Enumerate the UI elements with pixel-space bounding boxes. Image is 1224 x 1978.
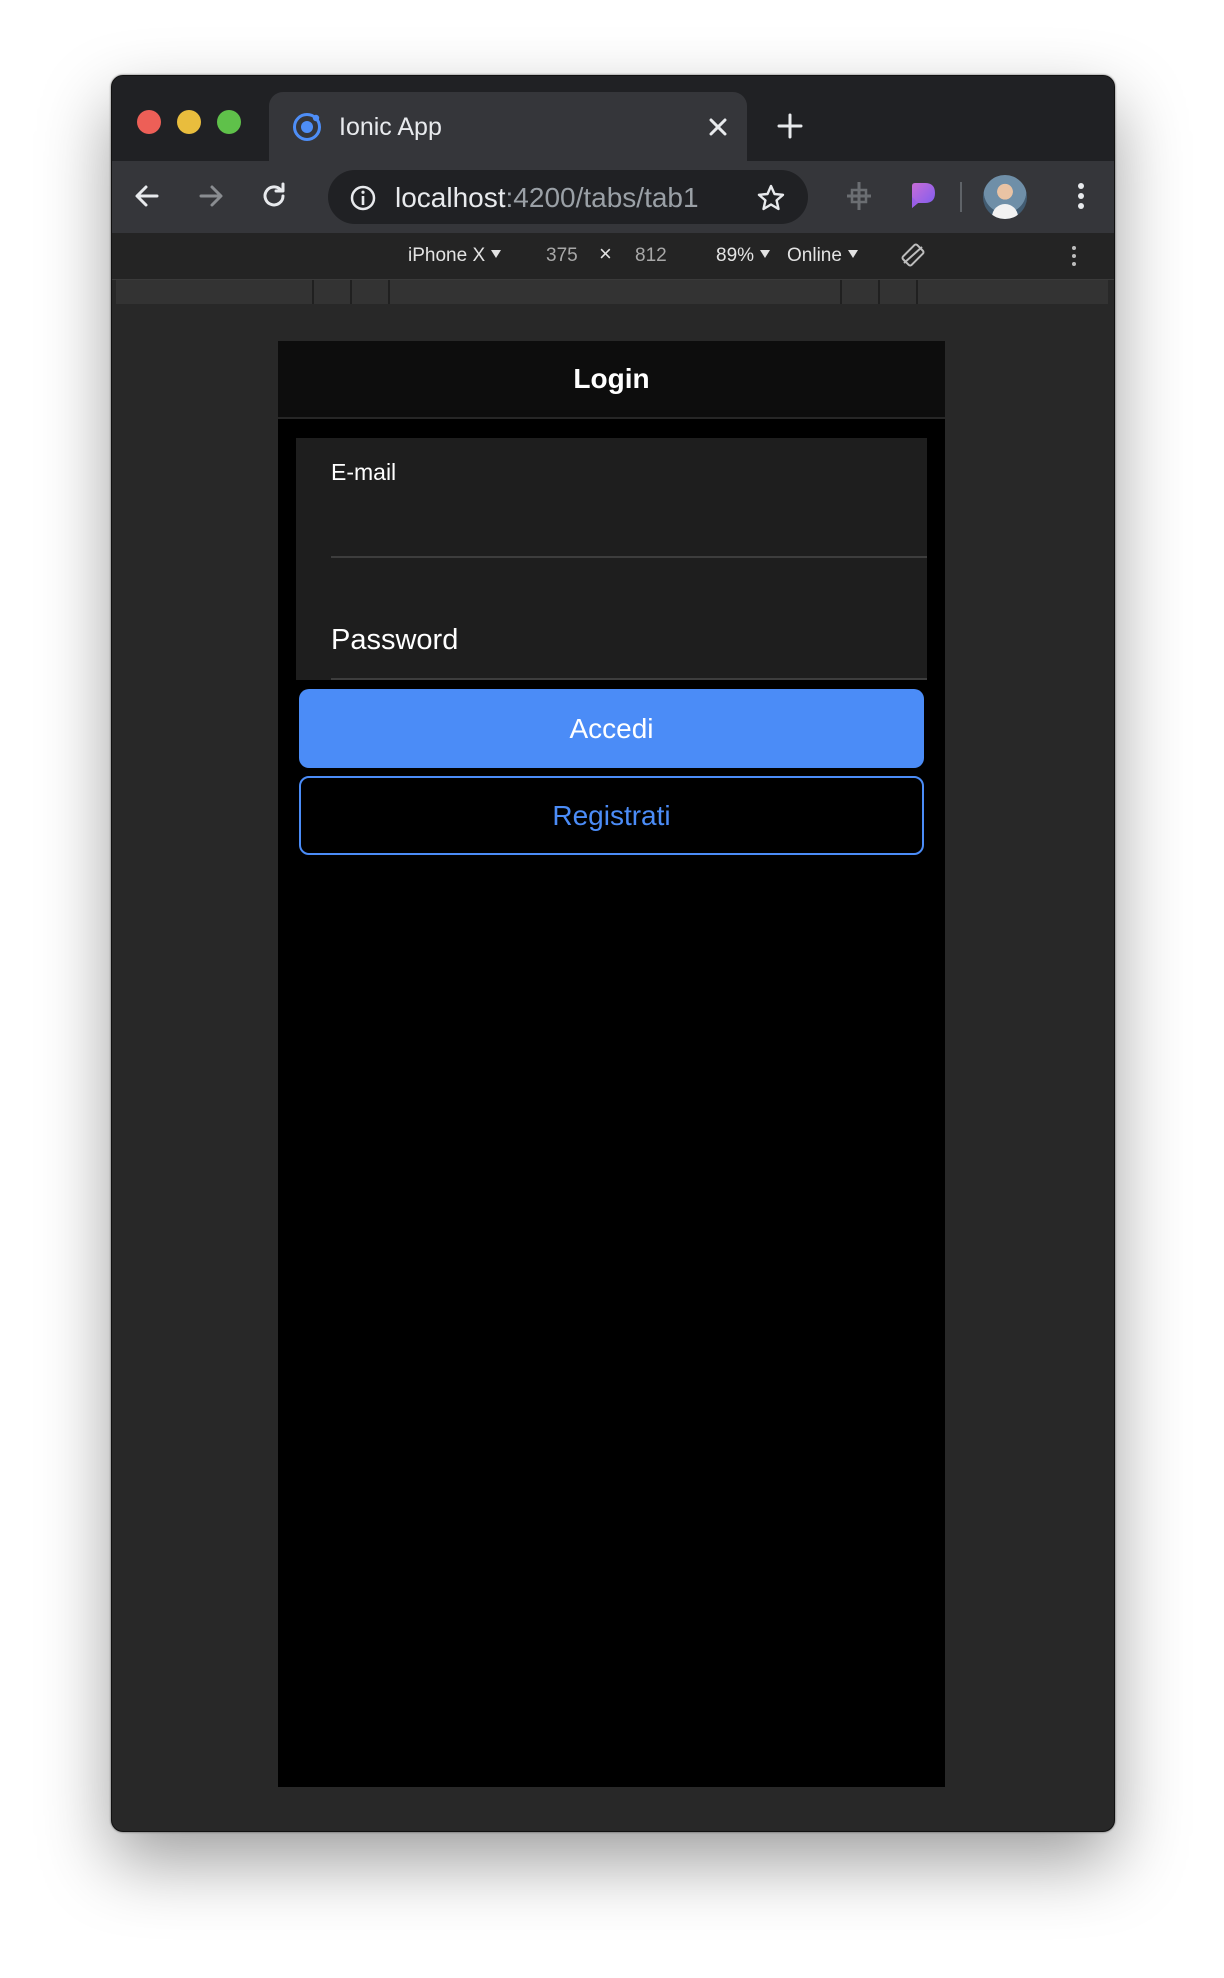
device-name: iPhone X [408, 245, 486, 266]
email-field[interactable] [331, 500, 921, 550]
url-path: :4200/tabs/tab1 [505, 182, 699, 213]
minimize-window-button[interactable] [177, 110, 201, 134]
chevron-down-icon [847, 250, 858, 258]
purple-extension-icon[interactable] [905, 178, 941, 214]
url-host: localhost [395, 182, 506, 213]
password-underline [331, 678, 927, 680]
email-label: E-mail [331, 459, 397, 485]
info-icon[interactable] [349, 184, 377, 212]
close-icon[interactable] [704, 113, 732, 141]
browser-toolbar: localhost:4200/tabs/tab1 [112, 161, 1114, 233]
ruler-tick [878, 280, 880, 304]
zoom-select[interactable]: 89% [716, 245, 771, 267]
login-button[interactable]: Accedi [299, 689, 924, 768]
toolbar-divider [960, 182, 962, 212]
login-form: E-mail [296, 438, 927, 680]
close-window-button[interactable] [137, 110, 161, 134]
network-throttle-select[interactable]: Online [787, 245, 858, 267]
password-field[interactable] [331, 618, 921, 662]
reload-icon[interactable] [256, 178, 292, 214]
tab-strip: Ionic App [112, 76, 1114, 161]
kebab-menu-icon[interactable] [1063, 178, 1099, 214]
address-bar[interactable]: localhost:4200/tabs/tab1 [328, 170, 808, 224]
viewport-height[interactable]: 812 [635, 245, 667, 267]
tab-title: Ionic App [339, 113, 442, 141]
email-underline [331, 556, 927, 558]
ruler-tick [350, 280, 352, 304]
ruler-tick [388, 280, 390, 304]
forward-arrow-icon[interactable] [193, 178, 229, 214]
profile-avatar[interactable] [983, 175, 1027, 219]
ruler-tick [916, 280, 918, 304]
chevron-down-icon [491, 250, 502, 258]
plus-icon[interactable] [775, 111, 805, 141]
maximize-window-button[interactable] [217, 110, 241, 134]
rotate-icon[interactable] [900, 242, 926, 274]
app-header: Login [278, 341, 945, 419]
media-query-ruler [116, 280, 1108, 304]
device-toolbar: iPhone X 375 × 812 89% Online [112, 233, 1114, 280]
ionic-logo-icon [291, 111, 323, 143]
register-button[interactable]: Registrati [299, 776, 924, 855]
browser-window: Ionic App localhost:4200/tabs/tab1 iPhon… [111, 75, 1115, 1832]
chevron-down-icon [760, 250, 771, 258]
page-title: Login [573, 363, 650, 394]
star-icon[interactable] [756, 183, 786, 213]
back-arrow-icon[interactable] [129, 178, 165, 214]
network-value: Online [787, 245, 842, 266]
ruler-tick [840, 280, 842, 304]
crosshair-extension-icon[interactable] [841, 178, 877, 214]
kebab-menu-icon[interactable] [1070, 244, 1078, 274]
url-text[interactable]: localhost:4200/tabs/tab1 [395, 182, 699, 214]
dimension-separator: × [599, 241, 612, 266]
zoom-value: 89% [716, 245, 755, 266]
device-select[interactable]: iPhone X [408, 245, 502, 267]
device-viewport: Login E-mail Accedi Registrati [278, 341, 945, 1787]
browser-tab-active[interactable]: Ionic App [269, 92, 747, 161]
ruler-tick [312, 280, 314, 304]
viewport-width[interactable]: 375 [546, 245, 578, 267]
